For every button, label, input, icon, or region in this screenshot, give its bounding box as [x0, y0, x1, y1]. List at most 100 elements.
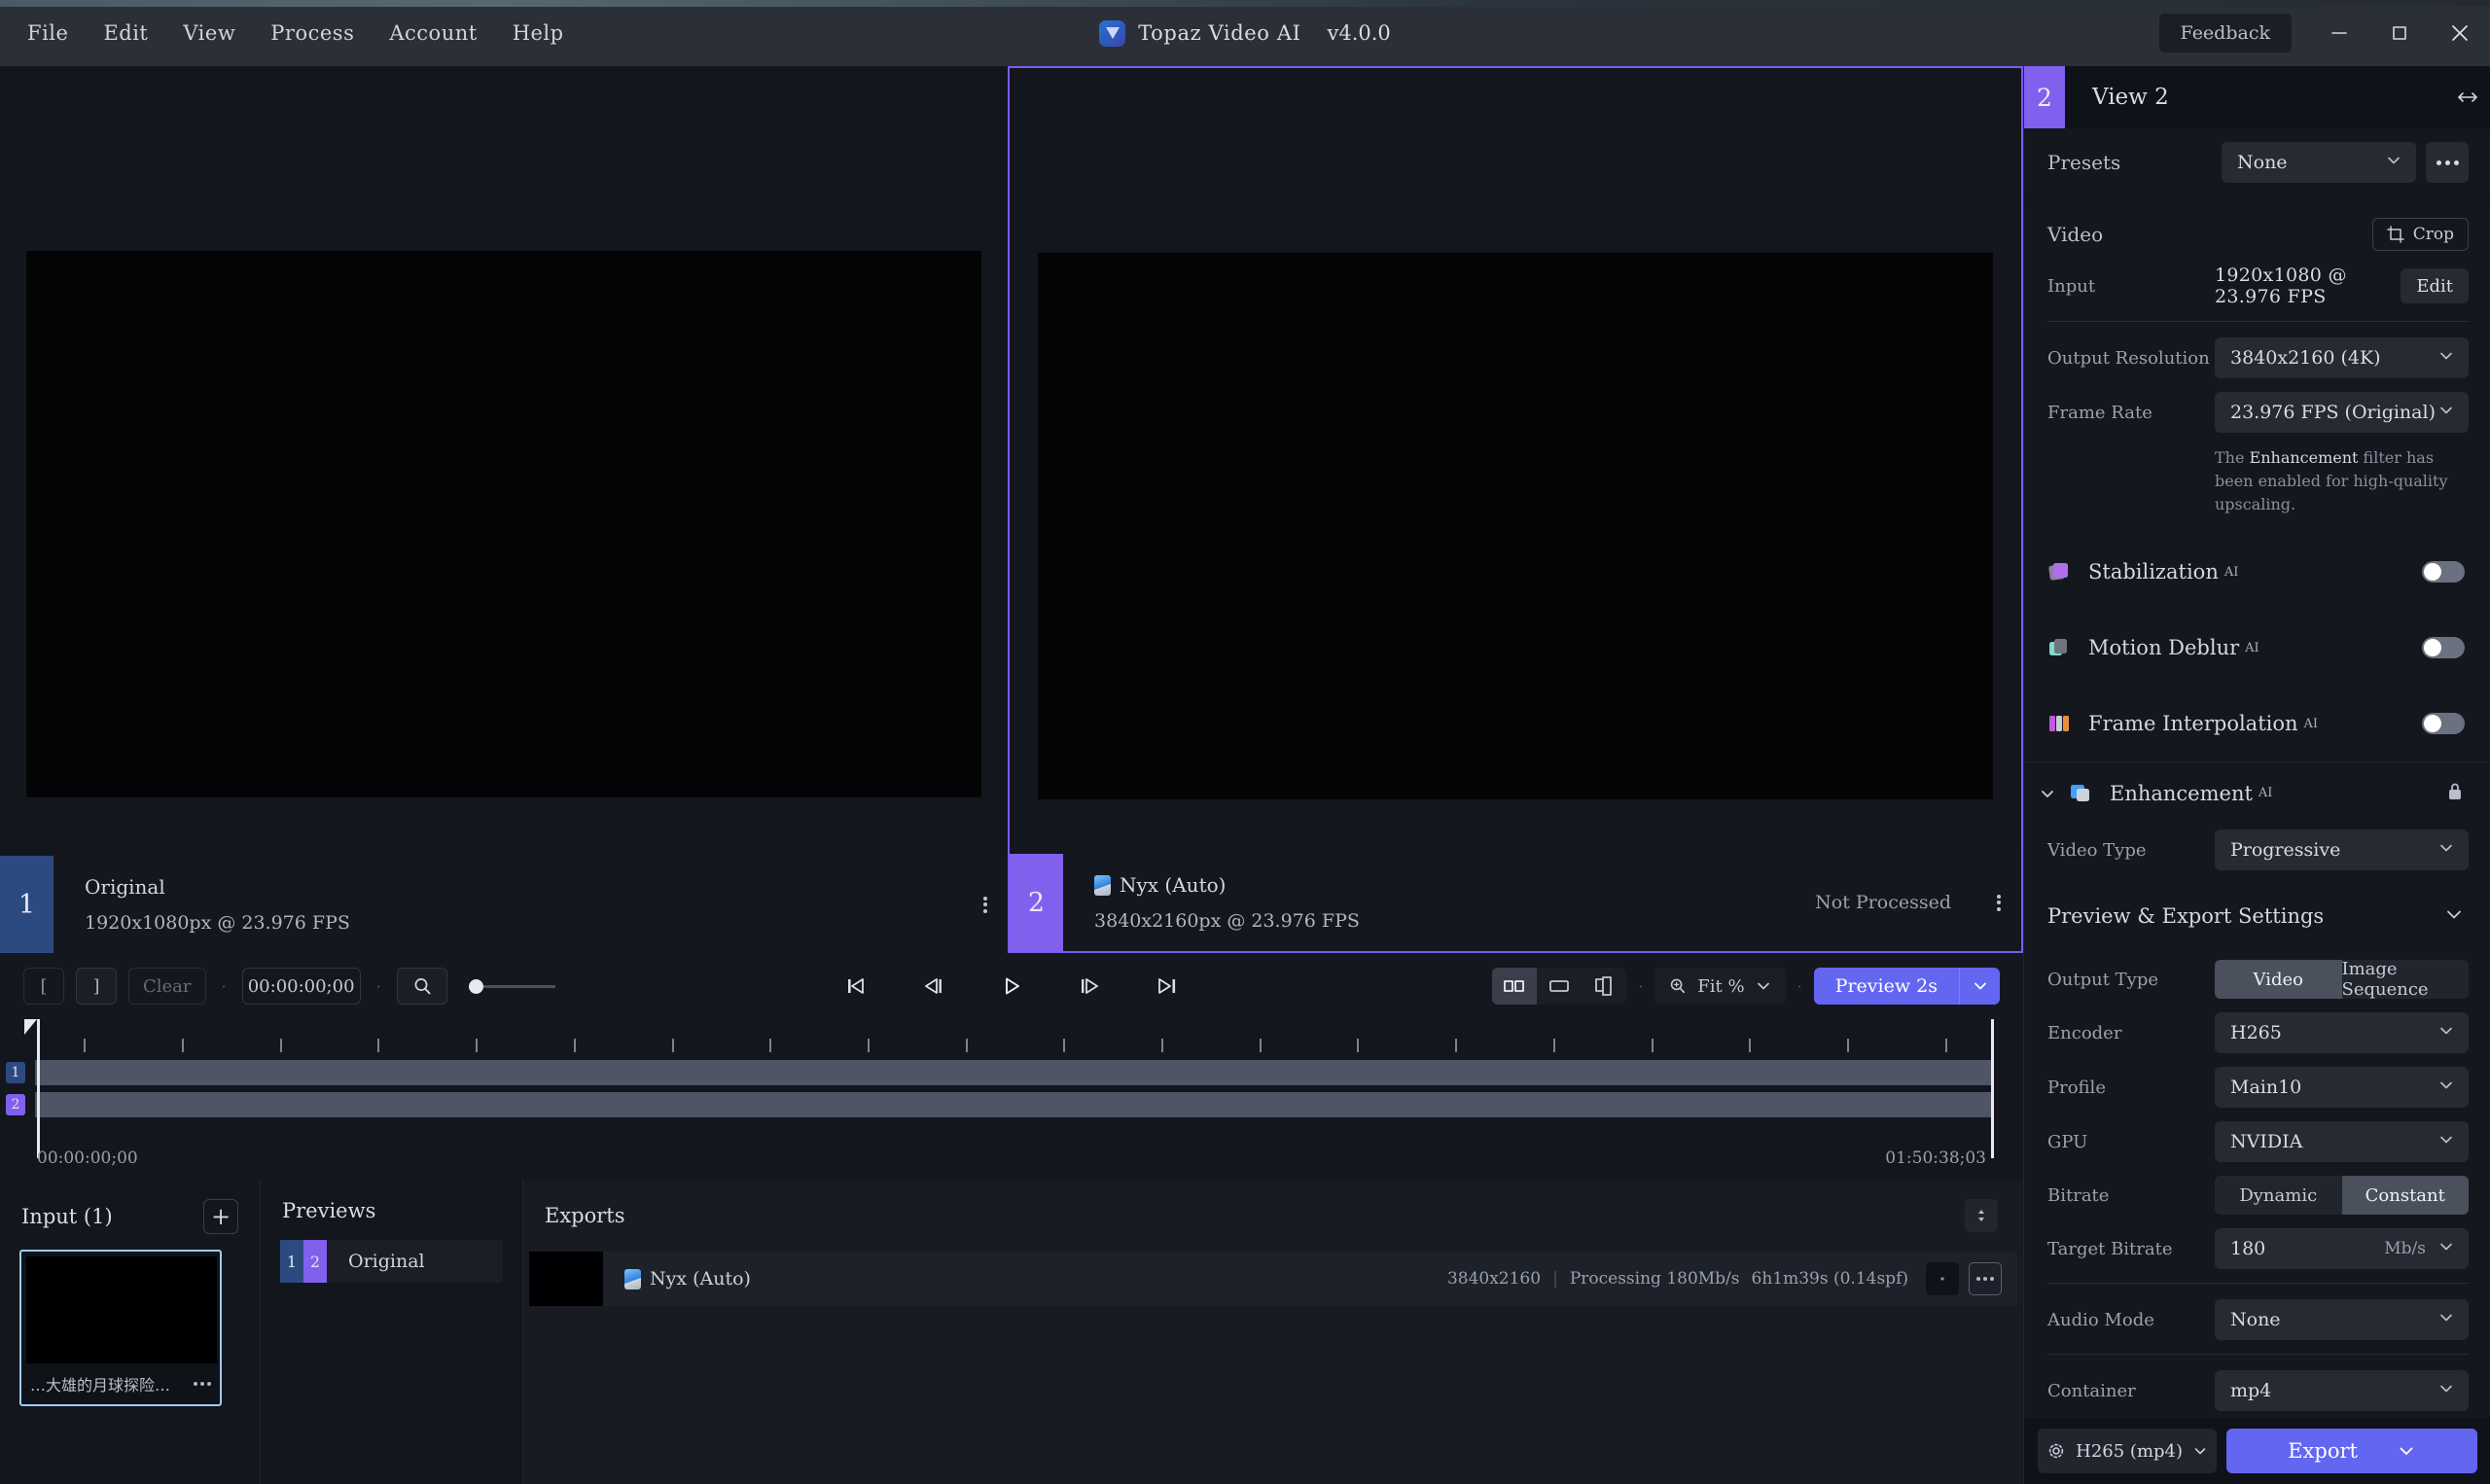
- menu-help[interactable]: Help: [495, 16, 582, 51]
- export-list-item[interactable]: Nyx (Auto) 3840x2160 | Processing 180Mb/…: [529, 1252, 2017, 1306]
- input-thumbnail: [26, 1256, 217, 1363]
- filter-row-motion-deblur[interactable]: Motion Deblur AI: [2024, 610, 2490, 686]
- expand-horizontal-icon[interactable]: [2445, 66, 2490, 128]
- title-bar: File Edit View Process Account Help Topa…: [0, 0, 2490, 66]
- export-chevron-down-icon: [2400, 1447, 2413, 1455]
- menu-account[interactable]: Account: [372, 16, 494, 51]
- export-more-dots-icon[interactable]: [1969, 1262, 2002, 1295]
- clear-button[interactable]: Clear: [128, 968, 206, 1005]
- menu-file[interactable]: File: [10, 16, 86, 51]
- motion-deblur-toggle[interactable]: [2422, 637, 2465, 658]
- layout-split-compare-icon[interactable]: [1582, 968, 1626, 1005]
- export-name: Nyx (Auto): [624, 1268, 751, 1290]
- audio-mode-value: None: [2230, 1309, 2281, 1330]
- input-file-card[interactable]: …大雄的月球探险记.mkv: [19, 1250, 222, 1406]
- zoom-slider-track[interactable]: [482, 984, 555, 988]
- codec-settings-button[interactable]: H265 (mp4): [2038, 1429, 2218, 1473]
- timeline-track-badge-2[interactable]: 2: [6, 1094, 25, 1115]
- timeline[interactable]: 1 2 00:00:00;00 01:50:38;03: [0, 1019, 2023, 1180]
- menu-process[interactable]: Process: [253, 16, 372, 51]
- feedback-button[interactable]: Feedback: [2158, 14, 2292, 53]
- layout-side-by-side-icon[interactable]: [1492, 968, 1538, 1005]
- output-type-label: Output Type: [2047, 969, 2159, 990]
- target-bitrate-input[interactable]: 180 Mb/s: [2215, 1228, 2469, 1269]
- bitrate-dynamic-option[interactable]: Dynamic: [2215, 1176, 2342, 1215]
- maximize-icon[interactable]: [2369, 0, 2430, 66]
- encoder-row: Encoder H265: [2047, 1012, 2469, 1053]
- output-resolution-row: Output Resolution 3840x2160 (4K): [2047, 337, 2469, 378]
- timeline-track-2[interactable]: [35, 1092, 1994, 1117]
- note-prefix: The: [2215, 448, 2250, 467]
- enhancement-header[interactable]: Enhancement AI: [2024, 761, 2490, 824]
- container-dropdown[interactable]: mp4: [2215, 1370, 2469, 1411]
- profile-dropdown[interactable]: Main10: [2215, 1067, 2469, 1108]
- bitrate-constant-option[interactable]: Constant: [2341, 1176, 2469, 1215]
- step-back-icon[interactable]: [913, 968, 954, 1005]
- viewer-options-icon-2[interactable]: [1976, 854, 2021, 951]
- encoder-dropdown[interactable]: H265: [2215, 1012, 2469, 1053]
- presets-more-dots-icon[interactable]: [2426, 142, 2469, 183]
- preview-list-item[interactable]: 1 2 Original: [280, 1240, 503, 1283]
- timeline-playhead[interactable]: [24, 1019, 40, 1158]
- timeline-track-1[interactable]: [35, 1060, 1994, 1085]
- video-type-dropdown[interactable]: Progressive: [2215, 830, 2469, 870]
- export-thumbnail: [529, 1252, 603, 1306]
- minimize-icon[interactable]: [2309, 0, 2369, 66]
- viewer-panel-2[interactable]: 2 Nyx (Auto) 3840x2160px @ 23.976 FPS No…: [1008, 66, 2023, 953]
- timeline-end-marker[interactable]: [1991, 1019, 1994, 1158]
- zoom-slider-knob[interactable]: [468, 978, 483, 994]
- presets-dropdown[interactable]: None: [2222, 142, 2416, 183]
- filter-row-frame-interpolation[interactable]: Frame Interpolation AI: [2024, 686, 2490, 761]
- set-in-point-button[interactable]: [: [23, 968, 64, 1005]
- skip-to-start-icon[interactable]: [836, 968, 876, 1005]
- enhancement-chevron-down-icon[interactable]: [2038, 784, 2057, 803]
- encoder-label: Encoder: [2047, 1022, 2122, 1043]
- zoom-level-dropdown[interactable]: Fit %: [1654, 968, 1786, 1005]
- zoom-slider[interactable]: [468, 978, 555, 994]
- preview-button[interactable]: Preview 2s: [1813, 968, 1959, 1005]
- frame-interpolation-toggle[interactable]: [2422, 713, 2465, 734]
- chevron-down-icon[interactable]: [2437, 1238, 2455, 1259]
- timeline-ruler[interactable]: [35, 1027, 1994, 1056]
- viewer-panel-1[interactable]: 1 Original 1920x1080px @ 23.976 FPS: [0, 66, 1008, 953]
- gpu-dropdown[interactable]: NVIDIA: [2215, 1121, 2469, 1162]
- video-settings-block: Video Crop Input 1920x1080 @ 23.976 FPS …: [2024, 202, 2490, 534]
- edit-input-button[interactable]: Edit: [2401, 268, 2469, 303]
- preview-options-chevron-down-icon[interactable]: [1959, 968, 2000, 1005]
- filter-row-stabilization[interactable]: Stabilization AI: [2024, 534, 2490, 610]
- divider-3: [2047, 1354, 2469, 1355]
- stabilization-toggle[interactable]: [2422, 561, 2465, 583]
- magnifier-icon[interactable]: [396, 968, 447, 1005]
- plus-icon[interactable]: +: [203, 1199, 238, 1234]
- output-type-image-sequence-option[interactable]: Image Sequence: [2342, 960, 2470, 999]
- chevron-down-icon: [2437, 839, 2455, 861]
- layout-single-icon[interactable]: [1537, 968, 1582, 1005]
- export-pause-button[interactable]: [1926, 1262, 1959, 1295]
- menu-view[interactable]: View: [165, 16, 253, 51]
- audio-mode-dropdown[interactable]: None: [2215, 1299, 2469, 1340]
- step-forward-icon[interactable]: [1069, 968, 1110, 1005]
- enhancement-settings: Video Type Progressive: [2024, 824, 2490, 888]
- export-settings-chevron-down-icon[interactable]: [2443, 903, 2465, 929]
- timeline-track-badge-1[interactable]: 1: [6, 1062, 25, 1083]
- lock-icon[interactable]: [2445, 781, 2465, 806]
- play-icon[interactable]: [991, 968, 1032, 1005]
- skip-to-end-icon[interactable]: [1147, 968, 1188, 1005]
- output-type-video-option[interactable]: Video: [2215, 960, 2342, 999]
- close-icon[interactable]: [2430, 0, 2490, 66]
- timecode-input[interactable]: 00:00:00;00: [241, 968, 361, 1005]
- export-filter-chip-icon: [624, 1268, 641, 1290]
- output-resolution-dropdown[interactable]: 3840x2160 (4K): [2215, 337, 2469, 378]
- frame-rate-dropdown[interactable]: 23.976 FPS (Original): [2215, 392, 2469, 433]
- profile-value: Main10: [2230, 1077, 2302, 1098]
- menu-edit[interactable]: Edit: [86, 16, 165, 51]
- crop-button[interactable]: Crop: [2371, 218, 2469, 251]
- input-more-dots-icon[interactable]: [194, 1382, 211, 1386]
- chevron-down-icon: [2385, 152, 2402, 173]
- export-button[interactable]: Export: [2226, 1429, 2477, 1473]
- export-settings-header[interactable]: Preview & Export Settings: [2024, 888, 2490, 944]
- set-out-point-button[interactable]: ]: [76, 968, 117, 1005]
- viewer-options-icon-1[interactable]: [963, 856, 1008, 953]
- sort-icon[interactable]: [1965, 1199, 1998, 1232]
- frame-rate-label: Frame Rate: [2047, 402, 2152, 423]
